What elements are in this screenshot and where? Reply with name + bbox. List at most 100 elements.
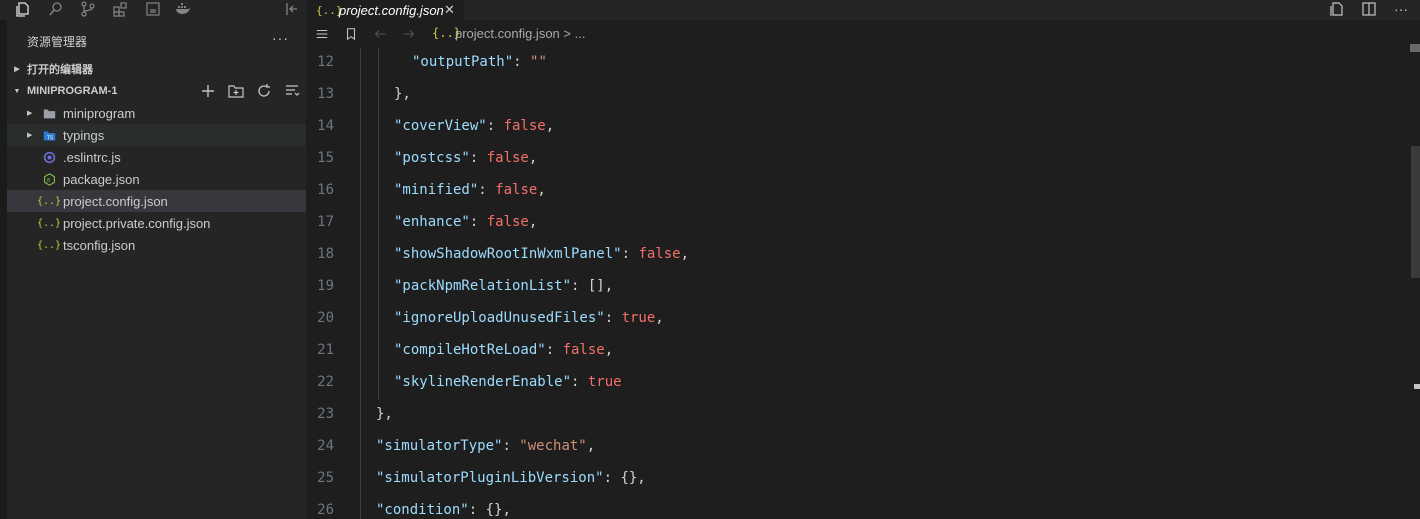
- breadcrumb-path[interactable]: project.config.json > ...: [455, 26, 585, 41]
- json-comma: ,: [604, 278, 614, 294]
- code-line[interactable]: 12 "outputPath": "": [306, 48, 1410, 80]
- bookmark-icon[interactable]: [343, 26, 359, 42]
- code-text: "enhance": false,: [394, 214, 537, 230]
- project-label: MINIPROGRAM-1: [27, 85, 118, 97]
- json-key: "minified": [394, 182, 479, 198]
- search-icon[interactable]: [46, 0, 66, 18]
- code-line[interactable]: 13},: [306, 80, 1410, 112]
- tree-item-tsconfig[interactable]: {..} tsconfig.json: [7, 234, 306, 256]
- outline-icon[interactable]: [143, 0, 163, 18]
- code-text: "postcss": false,: [394, 150, 537, 166]
- tree-item-label: project.config.json: [63, 193, 168, 209]
- line-number: 16: [317, 182, 334, 198]
- open-editors-section[interactable]: ▶ 打开的编辑器: [7, 58, 306, 80]
- json-value: {}: [620, 470, 638, 486]
- json-value: "": [530, 54, 547, 70]
- code-text: "condition": {},: [376, 502, 511, 518]
- project-section[interactable]: ▼ MINIPROGRAM-1: [7, 80, 306, 102]
- code-line[interactable]: 17 "enhance": false,: [306, 208, 1410, 240]
- code-text: "outputPath": "": [412, 54, 547, 70]
- docker-icon[interactable]: [173, 0, 193, 18]
- json-value: false: [495, 182, 538, 198]
- refresh-icon[interactable]: [256, 83, 272, 99]
- code-line[interactable]: 26 "condition": {},: [306, 496, 1410, 519]
- code-line[interactable]: 15 "postcss": false,: [306, 144, 1410, 176]
- json-comma: ,: [604, 342, 614, 358]
- editor-tab-bar: {..} project.config.json ✕ ···: [306, 0, 1420, 20]
- new-folder-icon[interactable]: [228, 83, 244, 99]
- tree-item-label: typings: [63, 127, 105, 143]
- json-value: false: [486, 150, 529, 166]
- json-key: "coverView": [394, 118, 487, 134]
- forward-arrow-icon[interactable]: [401, 26, 417, 42]
- code-line[interactable]: 14 "coverView": false,: [306, 112, 1410, 144]
- line-number: 13: [317, 86, 334, 102]
- close-icon[interactable]: ✕: [444, 2, 455, 18]
- source-control-icon[interactable]: [78, 0, 98, 18]
- chevron-right-icon: ▶: [14, 66, 20, 73]
- code-line[interactable]: 21 "compileHotReLoad": false,: [306, 336, 1410, 368]
- open-changes-icon[interactable]: [1328, 1, 1346, 17]
- json-key: "compileHotReLoad": [394, 342, 546, 358]
- chevron-right-icon: ▶: [27, 132, 33, 139]
- code-text: "compileHotReLoad": false,: [394, 342, 613, 358]
- tree-item-project-private-config[interactable]: {..} project.private.config.json: [7, 212, 306, 234]
- json-comma: ,: [528, 150, 538, 166]
- code-text: },: [394, 86, 411, 102]
- json-value: },: [376, 406, 393, 422]
- code-line[interactable]: 24 "simulatorType": "wechat",: [306, 432, 1410, 464]
- activity-edge: [0, 20, 7, 519]
- line-number: 18: [317, 246, 334, 262]
- more-icon[interactable]: ···: [1392, 1, 1410, 17]
- scroll-thumb[interactable]: [1411, 146, 1420, 278]
- json-key: "outputPath": [412, 54, 514, 70]
- json-comma: ,: [545, 118, 555, 134]
- code-line[interactable]: 22 "skylineRenderEnable": true: [306, 368, 1410, 400]
- code-line[interactable]: 23},: [306, 400, 1410, 432]
- json-separator: :: [468, 502, 486, 518]
- tree-item-project-config[interactable]: {..} project.config.json: [7, 190, 306, 212]
- back-arrow-icon[interactable]: [372, 26, 388, 42]
- explorer-files-icon[interactable]: [13, 0, 33, 18]
- json-value: },: [394, 86, 411, 102]
- overview-ruler-marker: [1410, 44, 1420, 52]
- code-line[interactable]: 16 "minified": false,: [306, 176, 1410, 208]
- new-file-icon[interactable]: [200, 83, 216, 99]
- tree-item-eslintrc[interactable]: .eslintrc.js: [7, 146, 306, 168]
- split-editor-icon[interactable]: [1360, 1, 1378, 17]
- collapse-panel-icon[interactable]: [282, 0, 302, 18]
- tree-item-label: .eslintrc.js: [63, 149, 121, 165]
- list-icon[interactable]: [314, 26, 330, 42]
- json-separator: :: [604, 310, 622, 326]
- json-value: {}: [485, 502, 503, 518]
- vertical-scrollbar[interactable]: [1410, 48, 1420, 519]
- code-line[interactable]: 25 "simulatorPluginLibVersion": {},: [306, 464, 1410, 496]
- line-number: 21: [317, 342, 334, 358]
- json-comma: ,: [680, 246, 690, 262]
- line-number: 19: [317, 278, 334, 294]
- tree-item-typings[interactable]: ▶ TS typings: [7, 124, 306, 146]
- tree-item-package-json[interactable]: JS package.json: [7, 168, 306, 190]
- code-text: },: [376, 406, 393, 422]
- code-text: "showShadowRootInWxmlPanel": false,: [394, 246, 689, 262]
- more-actions-button[interactable]: ···: [272, 30, 289, 46]
- code-line[interactable]: 20 "ignoreUploadUnusedFiles": true,: [306, 304, 1410, 336]
- json-comma: ,: [655, 310, 664, 326]
- code-editor[interactable]: 12 "outputPath": "" 13}, 14 "coverView": fal…: [306, 48, 1410, 519]
- json-key: "enhance": [394, 214, 470, 230]
- open-editors-label: 打开的编辑器: [27, 64, 93, 76]
- code-line[interactable]: 19 "packNpmRelationList": [],: [306, 272, 1410, 304]
- tree-item-miniprogram[interactable]: ▶ miniprogram: [7, 102, 306, 124]
- extensions-icon[interactable]: [110, 0, 130, 18]
- json-value: []: [587, 278, 605, 294]
- json-separator: :: [621, 246, 639, 262]
- json-key: "ignoreUploadUnusedFiles": [394, 310, 605, 326]
- json-comma: ,: [637, 470, 646, 486]
- line-number: 23: [317, 406, 334, 422]
- code-line[interactable]: 18 "showShadowRootInWxmlPanel": false,: [306, 240, 1410, 272]
- json-separator: :: [469, 214, 487, 230]
- code-text: "simulatorPluginLibVersion": {},: [376, 470, 646, 486]
- line-number: 22: [317, 374, 334, 390]
- code-text: "minified": false,: [394, 182, 546, 198]
- tab-project-config[interactable]: {..} project.config.json ✕: [306, 0, 464, 20]
